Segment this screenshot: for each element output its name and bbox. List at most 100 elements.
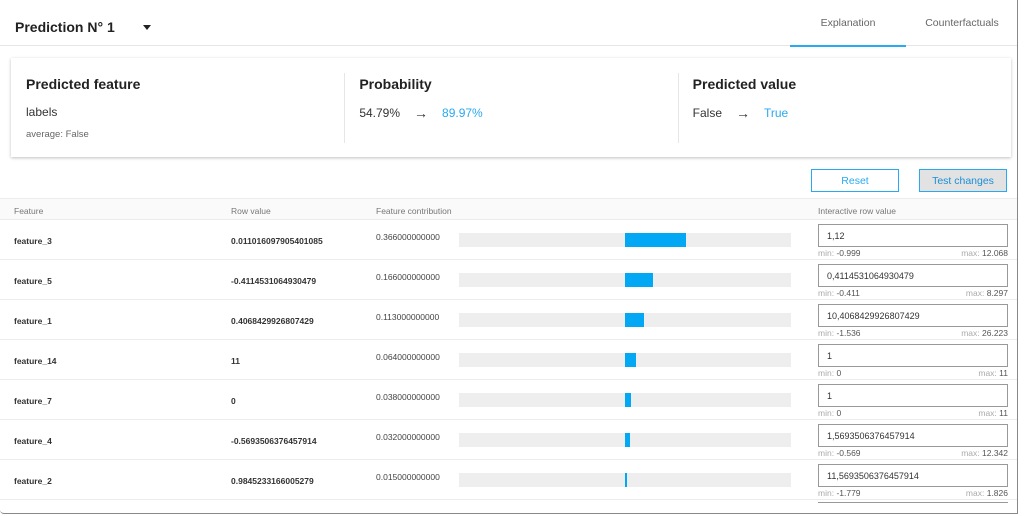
contribution-value: 0.038000000000 xyxy=(376,392,440,402)
max-value: 12.342 xyxy=(982,448,1008,458)
feature-name: feature_4 xyxy=(14,436,52,446)
predicted-value-from: False xyxy=(692,106,722,120)
feature-name: feature_3 xyxy=(14,236,52,246)
min-value: -1.779 xyxy=(836,488,861,498)
summary-card: Predicted feature labels average: False … xyxy=(11,58,1011,157)
max-label: max: 11 xyxy=(978,408,1008,418)
table-header: Feature Row value Feature contribution I… xyxy=(0,198,1017,220)
interactive-value-cell: min: -0.569 max: 12.342 xyxy=(818,424,1008,458)
predicted-value-panel: Predicted value False → True xyxy=(677,58,1011,157)
caret-down-icon xyxy=(142,24,151,30)
min-value: -0.411 xyxy=(836,288,860,298)
contribution-bar xyxy=(625,233,686,247)
table-row: feature_2 0.9845233166005279 0.01500000000… xyxy=(0,460,1017,500)
contribution-bar-track xyxy=(459,473,791,487)
row-value: 0.4068429926807429 xyxy=(231,316,314,326)
column-header-feature: Feature xyxy=(14,206,44,216)
contribution-value: 0.015000000000 xyxy=(376,472,440,482)
max-label: max: 8.297 xyxy=(965,288,1008,298)
column-header-contribution: Feature contribution xyxy=(376,206,452,216)
feature-name: feature_1 xyxy=(14,316,52,326)
feature-table: Feature Row value Feature contribution I… xyxy=(0,198,1017,513)
min-label: min: -0.411 xyxy=(818,288,860,298)
probability-panel: Probability 54.79% → 89.97% xyxy=(344,58,677,157)
reset-button[interactable]: Reset xyxy=(811,169,899,192)
predicted-feature-value: labels xyxy=(26,105,58,119)
row-value-input[interactable] xyxy=(818,384,1008,407)
table-row: feature_3 0.011016097905401085 0.366000000… xyxy=(0,220,1017,260)
contribution-bar xyxy=(625,273,653,287)
table-row: feature_5 -0.4114531064930479 0.1660000000… xyxy=(0,260,1017,300)
min-value: -0.569 xyxy=(836,448,861,458)
tab-counterfactuals[interactable]: Counterfactuals xyxy=(906,0,1017,46)
max-label: max: 1.826 xyxy=(965,488,1008,498)
test-changes-button[interactable]: Test changes xyxy=(919,169,1007,192)
max-value: 12.068 xyxy=(982,248,1008,258)
feature-name: feature_14 xyxy=(14,356,57,366)
predicted-value-to: True xyxy=(764,106,789,120)
table-row: feature_1 0.4068429926807429 0.11300000000… xyxy=(0,300,1017,340)
min-label: min: -0.999 xyxy=(818,248,861,258)
contribution-bar-track xyxy=(459,233,791,247)
contribution-value: 0.032000000000 xyxy=(376,432,440,442)
table-row: feature_4 -0.5693506376457914 0.0320000000… xyxy=(0,420,1017,460)
min-label: min: 0 xyxy=(818,368,842,378)
max-label: max: 11 xyxy=(978,368,1008,378)
min-label: min: 0 xyxy=(818,408,842,418)
contribution-bar xyxy=(625,393,632,407)
row-value-input[interactable] xyxy=(818,264,1008,287)
min-label: min: -1.779 xyxy=(818,488,861,498)
row-value-input[interactable] xyxy=(818,344,1008,367)
row-value: 0 xyxy=(231,396,236,406)
contribution-value: 0.366000000000 xyxy=(376,232,440,242)
contribution-value: 0.166000000000 xyxy=(376,272,440,282)
header: Prediction N° 1 Explanation Counterfactu… xyxy=(0,0,1017,47)
min-value: 0 xyxy=(836,408,842,418)
row-value-input[interactable] xyxy=(818,304,1008,327)
table-row: feature_14 11 0.064000000000 min: 0 max: 11 xyxy=(0,340,1017,380)
contribution-bar xyxy=(625,353,636,367)
row-value: -0.4114531064930479 xyxy=(231,276,317,286)
contribution-bar xyxy=(625,433,631,447)
contribution-bar xyxy=(625,473,628,487)
table-row: feature_7 0 0.038000000000 min: 0 max: 11 xyxy=(0,380,1017,420)
probability-title: Probability xyxy=(359,76,432,92)
predicted-feature-panel: Predicted feature labels average: False xyxy=(11,58,344,157)
actions: Reset Test changes xyxy=(811,169,1007,192)
max-value: 26.223 xyxy=(982,328,1008,338)
table-row-partial xyxy=(0,500,1017,513)
min-label: min: -1.536 xyxy=(818,328,861,338)
column-header-interactive: Interactive row value xyxy=(818,206,896,216)
interactive-value-cell: min: -1.779 max: 1.826 xyxy=(818,464,1008,498)
row-value-input[interactable] xyxy=(818,424,1008,447)
probability-to: 89.97% xyxy=(442,106,483,120)
row-value-input[interactable] xyxy=(818,464,1008,487)
contribution-bar-track xyxy=(459,393,791,407)
prediction-select[interactable]: Prediction N° 1 xyxy=(15,19,151,35)
column-header-row-value: Row value xyxy=(231,206,271,216)
contribution-value: 0.064000000000 xyxy=(376,352,440,362)
table-body: feature_3 0.011016097905401085 0.366000000… xyxy=(0,220,1017,500)
contribution-bar xyxy=(625,313,644,327)
row-value: -0.5693506376457914 xyxy=(231,436,317,446)
min-value: -1.536 xyxy=(836,328,861,338)
arrow-right-icon: → xyxy=(414,105,429,121)
contribution-bar-track xyxy=(459,433,791,447)
tab-explanation[interactable]: Explanation xyxy=(790,0,906,47)
feature-name: feature_7 xyxy=(14,396,52,406)
interactive-value-cell: min: -0.999 max: 12.068 xyxy=(818,224,1008,258)
predicted-value-title: Predicted value xyxy=(692,76,797,92)
min-value: -0.999 xyxy=(836,248,861,258)
max-label: max: 12.342 xyxy=(961,448,1008,458)
interactive-value-cell: min: -1.536 max: 26.223 xyxy=(818,304,1008,338)
max-value: 1.826 xyxy=(986,488,1008,498)
row-value-input[interactable] xyxy=(818,224,1008,247)
row-value-input-partial[interactable] xyxy=(818,502,1008,505)
tabs: Explanation Counterfactuals xyxy=(790,0,1017,47)
predicted-feature-average: average: False xyxy=(26,129,89,140)
arrow-right-icon: → xyxy=(736,105,750,121)
max-value: 8.297 xyxy=(986,288,1008,298)
min-value: 0 xyxy=(836,368,842,378)
max-label: max: 26.223 xyxy=(961,328,1008,338)
contribution-bar-track xyxy=(459,273,791,287)
